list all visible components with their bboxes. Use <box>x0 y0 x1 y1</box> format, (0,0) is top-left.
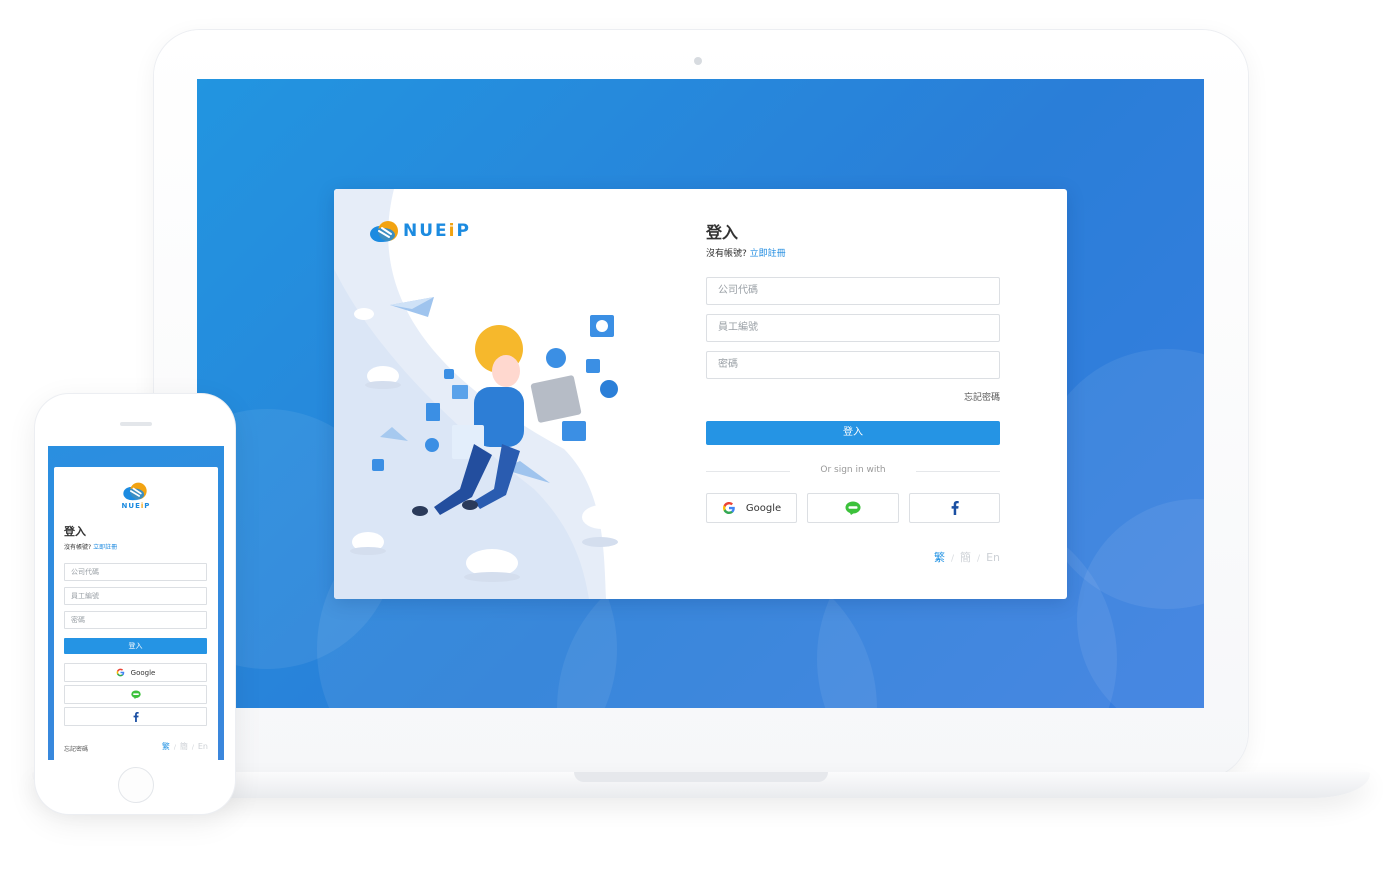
cloud-logo-icon <box>370 221 398 242</box>
brand-letter: P <box>456 221 471 241</box>
mobile-employee-id-input[interactable]: 員工編號 <box>64 587 207 605</box>
lang-separator: / <box>977 554 981 564</box>
password-input[interactable]: 密碼 <box>706 351 1000 379</box>
login-form: 登入 沒有帳號? 立即註冊 公司代碼 員工編號 密碼 忘記密碼 登入 Or si… <box>706 189 1000 599</box>
mobile-brand-name: NUEiP <box>54 502 218 510</box>
forgot-password-link[interactable]: 忘記密碼 <box>964 390 1000 403</box>
mobile-company-code-input[interactable]: 公司代碼 <box>64 563 207 581</box>
employee-id-input[interactable]: 員工編號 <box>706 314 1000 342</box>
facebook-icon <box>133 711 139 722</box>
mobile-page-title: 登入 <box>64 525 86 538</box>
facebook-signin-button[interactable] <box>909 493 1000 523</box>
laptop-notch <box>574 772 828 782</box>
illustration <box>334 189 622 599</box>
mobile-login-card: NUEiP 登入 沒有帳號? 立即註冊 公司代碼 員工編號 密碼 登入 Goog… <box>54 467 218 760</box>
mobile-facebook-signin-button[interactable] <box>64 707 207 726</box>
divider-line <box>916 471 1000 472</box>
laptop-camera <box>694 57 702 65</box>
google-signin-button[interactable]: Google <box>706 493 797 523</box>
phone-screen: NUEiP 登入 沒有帳號? 立即註冊 公司代碼 員工編號 密碼 登入 Goog… <box>48 446 224 760</box>
brand-letter: N <box>403 221 420 241</box>
line-icon <box>845 501 861 515</box>
brand-letter: U <box>419 221 436 241</box>
mobile-forgot-password-link[interactable]: 忘記密碼 <box>64 744 88 753</box>
mobile-line-signin-button[interactable] <box>64 685 207 704</box>
device-mockup: NUEiP 登入 沒有帳號? 立即註冊 公司代碼 員工編號 密碼 忘記密碼 登入… <box>0 0 1400 894</box>
mobile-login-button[interactable]: 登入 <box>64 638 207 654</box>
lang-simplified[interactable]: 簡 <box>180 742 188 751</box>
login-button[interactable]: 登入 <box>706 421 1000 445</box>
facebook-icon <box>951 501 959 515</box>
phone-home-button <box>118 767 154 803</box>
divider: Or sign in with <box>706 465 1000 479</box>
laptop-screen: NUEiP 登入 沒有帳號? 立即註冊 公司代碼 員工編號 密碼 忘記密碼 登入… <box>197 79 1204 708</box>
line-signin-button[interactable] <box>807 493 899 523</box>
phone-speaker <box>120 422 152 426</box>
or-sign-in-with: Or sign in with <box>820 465 886 475</box>
mobile-register-prompt: 沒有帳號? 立即註冊 <box>64 542 117 551</box>
line-icon <box>130 690 141 699</box>
cloud-logo-icon <box>123 482 147 501</box>
page-title: 登入 <box>706 223 739 242</box>
google-label: Google <box>130 668 156 677</box>
language-switcher: 繁 / 簡 / En <box>934 549 1000 565</box>
no-account-text: 沒有帳號? <box>64 544 92 551</box>
google-label: Google <box>745 502 782 514</box>
mobile-password-input[interactable]: 密碼 <box>64 611 207 629</box>
mobile-language-switcher: 繁 / 簡 / En <box>162 741 208 752</box>
lang-simplified[interactable]: 簡 <box>960 551 971 564</box>
brand-name: NUEiP <box>403 221 471 241</box>
lang-separator: / <box>950 554 955 564</box>
illustration-panel: NUEiP <box>334 189 674 599</box>
google-icon <box>722 502 735 514</box>
mobile-google-signin-button[interactable]: Google <box>64 663 207 682</box>
lang-separator: / <box>173 744 176 751</box>
lang-traditional[interactable]: 繁 <box>934 551 945 564</box>
register-prompt: 沒有帳號? 立即註冊 <box>706 246 786 259</box>
lang-english[interactable]: En <box>198 742 208 751</box>
lang-traditional[interactable]: 繁 <box>162 742 170 751</box>
brand-letter: E <box>435 221 449 241</box>
lang-english[interactable]: En <box>986 551 1000 564</box>
brand-letter: i <box>448 221 457 241</box>
register-link[interactable]: 立即註冊 <box>750 249 786 259</box>
register-link[interactable]: 立即註冊 <box>93 544 117 551</box>
nueip-logo: NUEiP <box>369 219 471 243</box>
lang-separator: / <box>191 744 194 751</box>
google-icon <box>116 668 124 677</box>
no-account-text: 沒有帳號? <box>706 249 747 259</box>
login-card: NUEiP 登入 沒有帳號? 立即註冊 公司代碼 員工編號 密碼 忘記密碼 登入… <box>334 189 1067 599</box>
company-code-input[interactable]: 公司代碼 <box>706 277 1000 305</box>
brand-letter: P <box>144 502 151 510</box>
